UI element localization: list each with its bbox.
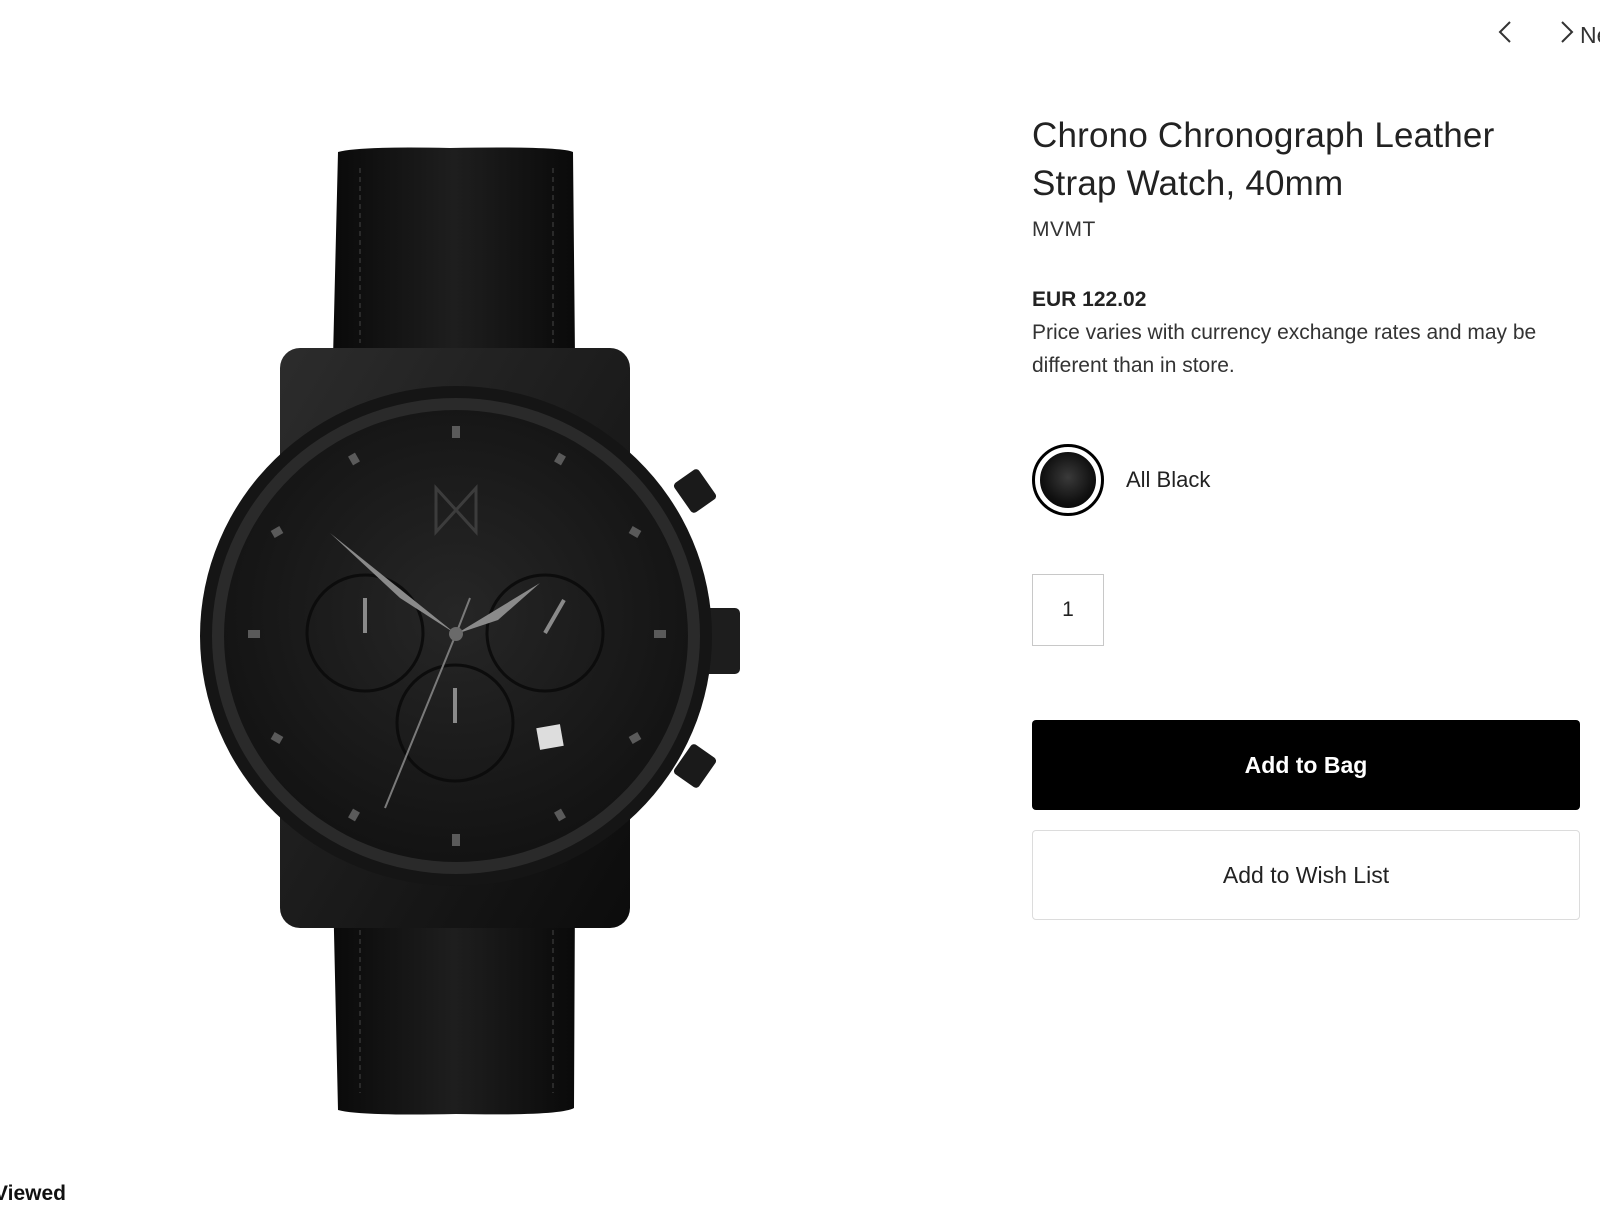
chevron-right-icon: [1554, 18, 1578, 53]
add-to-wish-list-button[interactable]: Add to Wish List: [1032, 830, 1580, 920]
previous-product-button[interactable]: [1494, 18, 1518, 53]
price-note: Price varies with currency exchange rate…: [1032, 321, 1537, 377]
product-brand[interactable]: MVMT: [1032, 218, 1580, 242]
quantity-select[interactable]: 1: [1032, 574, 1104, 646]
chevron-left-icon: [1494, 18, 1518, 53]
color-name: All Black: [1126, 467, 1211, 492]
recently-viewed-heading: Recently Viewed: [0, 1182, 66, 1205]
watch-image: [200, 147, 740, 1115]
product-image[interactable]: [160, 128, 810, 1148]
next-product-button[interactable]: Next: [1554, 18, 1600, 53]
product-title: Chrono Chronograph Leather Strap Watch, …: [1032, 116, 1495, 203]
next-product-label: Next: [1580, 22, 1600, 48]
product-info: Chrono Chronograph Leather Strap Watch, …: [1032, 112, 1580, 920]
add-to-bag-button[interactable]: Add to Bag: [1032, 720, 1580, 810]
color-selector: All Black: [1032, 444, 1580, 516]
product-price: EUR 122.02: [1032, 288, 1147, 311]
color-swatch-all-black[interactable]: [1032, 444, 1104, 516]
swatch-image: [1038, 450, 1098, 510]
